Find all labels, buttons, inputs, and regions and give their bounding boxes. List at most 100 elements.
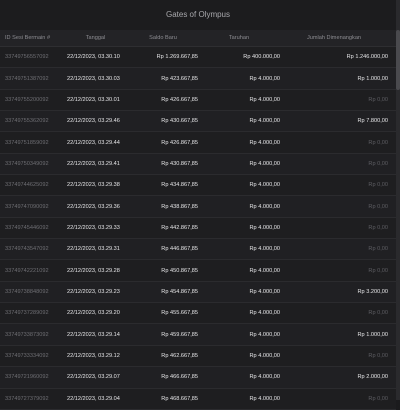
- cell-session-id: 33749738848092: [5, 288, 49, 295]
- cell-date: 22/12/2023, 03.29.38: [67, 182, 120, 189]
- cell-date: 22/12/2023, 03.29.20: [67, 310, 120, 317]
- cell-session-id: 33749755362092: [5, 118, 49, 125]
- cell-bet: Rp 4.000,00: [249, 267, 280, 274]
- cell-session-id: 33749733334092: [5, 352, 49, 359]
- column-header-session-id[interactable]: ID Sesi Bermain #: [0, 35, 63, 41]
- cell-new-balance: Rp 454.867,85: [161, 288, 198, 295]
- cell-session-id: 33749751859092: [5, 139, 49, 146]
- column-header-new-balance[interactable]: Saldo Baru: [128, 35, 198, 41]
- cell-new-balance: Rp 426.667,85: [161, 96, 198, 103]
- cell-session-id: 33749727379092: [5, 395, 49, 402]
- column-header-date[interactable]: Tanggal: [63, 35, 128, 41]
- cell-amount-won: Rp 3.200,00: [357, 288, 388, 295]
- cell-amount-won: Rp 7.800,00: [357, 118, 388, 125]
- cell-new-balance: Rp 450.867,85: [161, 267, 198, 274]
- cell-bet: Rp 4.000,00: [249, 224, 280, 231]
- cell-date: 22/12/2023, 03.29.46: [67, 118, 120, 125]
- cell-date: 22/12/2023, 03.29.04: [67, 395, 120, 402]
- cell-new-balance: Rp 426.867,85: [161, 139, 198, 146]
- cell-bet: Rp 4.000,00: [249, 182, 280, 189]
- cell-bet: Rp 4.000,00: [249, 395, 280, 402]
- cell-amount-won: Rp 0,00: [368, 182, 388, 189]
- cell-session-id: 33749743547092: [5, 246, 49, 253]
- table-row[interactable]: 33749737289092 22/12/2023, 03.29.20 Rp 455…: [0, 303, 396, 325]
- table-row[interactable]: 33749743547092 22/12/2023, 03.29.31 Rp 446…: [0, 239, 396, 261]
- scrollbar-thumb[interactable]: [396, 30, 400, 90]
- table-row[interactable]: 33749727379092 22/12/2023, 03.29.04 Rp 468…: [0, 388, 396, 410]
- cell-date: 22/12/2023, 03.30.01: [67, 96, 120, 103]
- cell-amount-won: Rp 0,00: [368, 267, 388, 274]
- table-row[interactable]: 33749733873092 22/12/2023, 03.29.14 Rp 459…: [0, 324, 396, 346]
- table-row[interactable]: 33749742221092 22/12/2023, 03.29.28 Rp 450…: [0, 260, 396, 282]
- cell-amount-won: Rp 0,00: [368, 139, 388, 146]
- table-row[interactable]: 33749733334092 22/12/2023, 03.29.12 Rp 462…: [0, 345, 396, 368]
- cell-amount-won: Rp 0,00: [368, 310, 388, 317]
- cell-session-id: 33749747090092: [5, 203, 49, 210]
- cell-bet: Rp 4.000,00: [249, 288, 280, 295]
- cell-session-id: 33749745446092: [5, 224, 49, 231]
- cell-date: 22/12/2023, 03.30.10: [67, 54, 120, 61]
- column-header-bet[interactable]: Taruhan: [198, 35, 280, 41]
- cell-amount-won: Rp 0,00: [368, 224, 388, 231]
- cell-date: 22/12/2023, 03.29.44: [67, 139, 120, 146]
- cell-date: 22/12/2023, 03.29.12: [67, 352, 120, 359]
- cell-session-id: 33749756557092: [5, 54, 49, 61]
- cell-bet: Rp 4.000,00: [249, 139, 280, 146]
- table-header: ID Sesi Bermain # Tanggal Saldo Baru Tar…: [0, 30, 396, 47]
- cell-date: 22/12/2023, 03.29.14: [67, 331, 120, 338]
- cell-new-balance: Rp 466.667,85: [161, 374, 198, 381]
- window-title: Gates of Olympus: [0, 0, 396, 30]
- cell-new-balance: Rp 1.269.667,85: [156, 54, 198, 61]
- table-row[interactable]: 33749755362092 22/12/2023, 03.29.46 Rp 430…: [0, 111, 396, 133]
- cell-bet: Rp 400.000,00: [243, 54, 280, 61]
- cell-bet: Rp 4.000,00: [249, 374, 280, 381]
- cell-new-balance: Rp 446.867,85: [161, 246, 198, 253]
- cell-session-id: 33749737289092: [5, 310, 49, 317]
- cell-date: 22/12/2023, 03.29.33: [67, 224, 120, 231]
- cell-new-balance: Rp 430.667,85: [161, 118, 198, 125]
- table-row[interactable]: 33749750349092 22/12/2023, 03.29.41 Rp 430…: [0, 153, 396, 176]
- cell-bet: Rp 4.000,00: [249, 203, 280, 210]
- cell-new-balance: Rp 468.667,85: [161, 395, 198, 402]
- cell-amount-won: Rp 2.000,00: [357, 374, 388, 381]
- cell-new-balance: Rp 423.667,85: [161, 75, 198, 82]
- cell-new-balance: Rp 438.867,85: [161, 203, 198, 210]
- cell-date: 22/12/2023, 03.29.36: [67, 203, 120, 210]
- table-row[interactable]: 33749747090092 22/12/2023, 03.29.36 Rp 438…: [0, 196, 396, 218]
- cell-date: 22/12/2023, 03.29.41: [67, 160, 120, 167]
- cell-new-balance: Rp 459.667,85: [161, 331, 198, 338]
- cell-amount-won: Rp 0,00: [368, 96, 388, 103]
- cell-session-id: 33749750349092: [5, 160, 49, 167]
- cell-amount-won: Rp 1.000,00: [357, 331, 388, 338]
- cell-date: 22/12/2023, 03.29.31: [67, 246, 120, 253]
- cell-date: 22/12/2023, 03.29.28: [67, 267, 120, 274]
- cell-amount-won: Rp 1.246.000,00: [346, 54, 388, 61]
- vertical-scrollbar[interactable]: [396, 0, 400, 400]
- cell-session-id: 33749755200092: [5, 96, 49, 103]
- table-row[interactable]: 33749721960092 22/12/2023, 03.29.07 Rp 466…: [0, 367, 396, 389]
- cell-bet: Rp 4.000,00: [249, 246, 280, 253]
- cell-new-balance: Rp 462.667,85: [161, 352, 198, 359]
- table-row[interactable]: 33749744625092 22/12/2023, 03.29.38 Rp 434…: [0, 175, 396, 197]
- cell-amount-won: Rp 1.000,00: [357, 75, 388, 82]
- cell-amount-won: Rp 0,00: [368, 160, 388, 167]
- cell-session-id: 33749733873092: [5, 331, 49, 338]
- cell-session-id: 33749751387092: [5, 75, 49, 82]
- cell-new-balance: Rp 434.867,85: [161, 182, 198, 189]
- cell-amount-won: Rp 0,00: [368, 352, 388, 359]
- table-row[interactable]: 33749756557092 22/12/2023, 03.30.10 Rp 1.2…: [0, 47, 396, 69]
- cell-session-id: 33749721960092: [5, 374, 49, 381]
- cell-new-balance: Rp 442.867,85: [161, 224, 198, 231]
- cell-new-balance: Rp 430.867,85: [161, 160, 198, 167]
- cell-amount-won: Rp 0,00: [368, 246, 388, 253]
- cell-bet: Rp 4.000,00: [249, 310, 280, 317]
- cell-bet: Rp 4.000,00: [249, 75, 280, 82]
- cell-amount-won: Rp 0,00: [368, 395, 388, 402]
- table-row[interactable]: 33749738848092 22/12/2023, 03.29.23 Rp 454…: [0, 281, 396, 304]
- table-row[interactable]: 33749751859092 22/12/2023, 03.29.44 Rp 426…: [0, 132, 396, 154]
- column-header-amount-won[interactable]: Jumlah Dimenangkan: [280, 35, 391, 41]
- table-row[interactable]: 33749755200092 22/12/2023, 03.30.01 Rp 426…: [0, 89, 396, 112]
- table-row[interactable]: 33749751387092 22/12/2023, 03.30.03 Rp 423…: [0, 68, 396, 90]
- table-row[interactable]: 33749745446092 22/12/2023, 03.29.33 Rp 442…: [0, 217, 396, 240]
- cell-date: 22/12/2023, 03.29.07: [67, 374, 120, 381]
